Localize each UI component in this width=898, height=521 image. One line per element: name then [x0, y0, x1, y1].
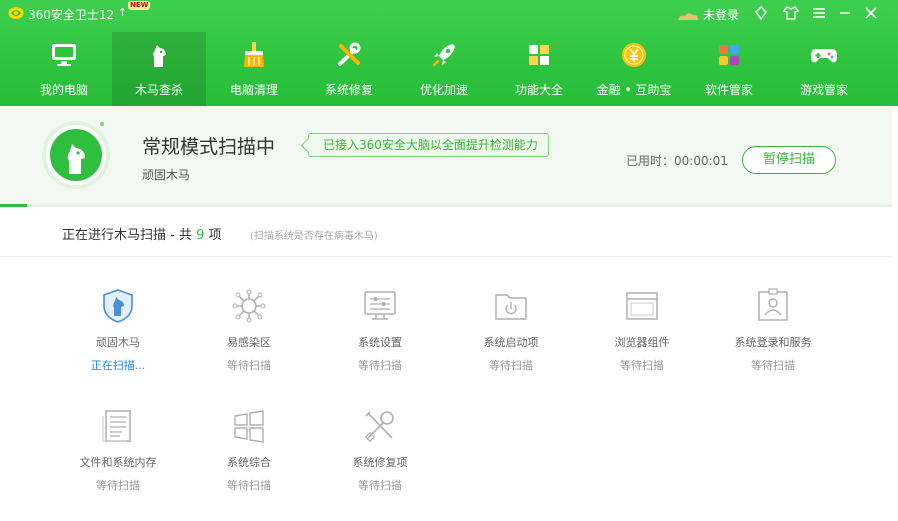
elapsed-time: 已用时：00:00:01: [626, 154, 728, 168]
horse-icon: [153, 45, 166, 67]
nav-label: 我的电脑: [39, 83, 88, 97]
nav-label: 系统修复: [324, 83, 373, 97]
scan-heading: 正在进行木马扫描 - 共 9 项: [62, 224, 222, 243]
scan-progress-fill: [0, 204, 27, 207]
scan-item-name: 系统综合: [227, 456, 271, 469]
scan-item-name: 系统登录和服务: [734, 336, 812, 349]
browser-window-icon: [626, 292, 658, 320]
wrench-icon: [364, 411, 394, 443]
scan-item-state: 等待扫描: [489, 359, 533, 372]
apps-icon: [719, 45, 739, 65]
scan-item-name: 系统启动项: [483, 336, 539, 349]
nav-software[interactable]: 软件管家: [682, 32, 776, 106]
scan-item-state: 等待扫描: [620, 359, 664, 372]
broom-icon: [244, 42, 264, 67]
nav-label: 金融 • 互助宝: [596, 83, 672, 97]
nav-speedup[interactable]: 优化加速: [397, 32, 491, 106]
main-nav: 我的电脑 木马查杀 电脑清理 系统修复 优化加速 功能大全 金融 • 互助宝 软…: [0, 32, 898, 106]
nav-games[interactable]: 游戏管家: [777, 32, 871, 106]
nav-label: 游戏管家: [799, 83, 848, 97]
scan-item-name: 浏览器组件: [614, 336, 670, 349]
rocket-icon: [432, 44, 455, 67]
scan-heading-prefix: 正在进行木马扫描 - 共: [62, 228, 192, 243]
pause-scan-button[interactable]: 暂停扫描: [742, 146, 836, 174]
close-icon[interactable]: [862, 4, 880, 22]
nav-label: 功能大全: [514, 83, 563, 97]
scan-item-name: 文件和系统内存: [79, 456, 157, 469]
shield-horse-icon: [103, 289, 133, 323]
nav-my-computer[interactable]: 我的电脑: [17, 32, 111, 106]
scan-progress-bar: [0, 204, 892, 207]
document-icon: [102, 410, 131, 442]
virus-icon: [232, 289, 266, 323]
nav-label: 电脑清理: [229, 83, 278, 97]
minimize-icon[interactable]: [836, 4, 854, 22]
scan-item-name: 系统设置: [358, 336, 402, 349]
app-title: 360安全卫士12: [28, 8, 115, 22]
scan-note: (扫描系统是否存在病毒木马): [250, 231, 378, 242]
360-logo-icon: [8, 7, 24, 19]
scan-item-state: 等待扫描: [96, 479, 140, 492]
scan-item-state: 正在扫描...: [90, 359, 146, 372]
scan-item-name: 易感染区: [227, 336, 271, 349]
nav-system-repair[interactable]: 系统修复: [302, 32, 396, 106]
scan-mode-title: 常规模式扫描中: [142, 136, 276, 158]
scan-item-name: 顽固木马: [96, 336, 140, 349]
scan-heading-suffix: 项: [208, 228, 222, 243]
monitor-icon: [52, 44, 76, 66]
security-brain-promo[interactable]: 已接入360安全大脑以全面提升检测能力: [308, 133, 549, 157]
scan-status-panel: 常规模式扫描中 顽固木马 已接入360安全大脑以全面提升检测能力 已用时：00:…: [0, 106, 892, 206]
scan-item-state: 等待扫描: [751, 359, 795, 372]
grid-icon: [529, 45, 549, 65]
title-bar[interactable]: 360安全卫士12 ↑ NEW 未登录: [0, 0, 898, 28]
bell-icon[interactable]: [752, 4, 770, 22]
nav-trojan-scan[interactable]: 木马查杀: [112, 32, 206, 106]
nav-finance[interactable]: 金融 • 互助宝: [587, 32, 681, 106]
upgrade-arrow-icon[interactable]: ↑: [118, 6, 127, 19]
startup-folder-icon: [495, 294, 527, 320]
login-label: 未登录: [703, 8, 740, 22]
tools-icon: [338, 42, 361, 66]
id-card-icon: [758, 288, 788, 321]
trojan-scan-badge-icon: [42, 121, 110, 189]
scan-item-state: 等待扫描: [227, 359, 271, 372]
login-link[interactable]: 未登录: [676, 6, 739, 23]
divider: [0, 256, 892, 257]
windows-icon: [234, 410, 264, 443]
skin-shirt-icon[interactable]: [782, 4, 800, 22]
nav-label: 软件管家: [704, 83, 753, 97]
menu-icon[interactable]: [810, 4, 828, 22]
new-badge: NEW: [128, 1, 151, 10]
scan-item-state: 等待扫描: [358, 479, 402, 492]
scan-item-state: 等待扫描: [358, 359, 402, 372]
current-scan-item: 顽固木马: [142, 168, 191, 182]
nav-label: 木马查杀: [134, 83, 183, 97]
nav-label: 优化加速: [419, 83, 468, 97]
gamepad-icon: [811, 49, 837, 63]
cloud-icon: [678, 12, 698, 20]
nav-features[interactable]: 功能大全: [492, 32, 586, 106]
nav-cleanup[interactable]: 电脑清理: [207, 32, 301, 106]
scan-item-count: 9: [196, 228, 205, 243]
monitor-settings-icon: [364, 291, 396, 320]
scan-item-state: 等待扫描: [227, 479, 271, 492]
coin-icon: [622, 43, 646, 67]
top-bar: 360安全卫士12 ↑ NEW 未登录 我的电脑 木马查杀 电脑清理 系统修复 …: [0, 0, 898, 106]
scan-item-name: 系统修复项: [352, 456, 408, 469]
